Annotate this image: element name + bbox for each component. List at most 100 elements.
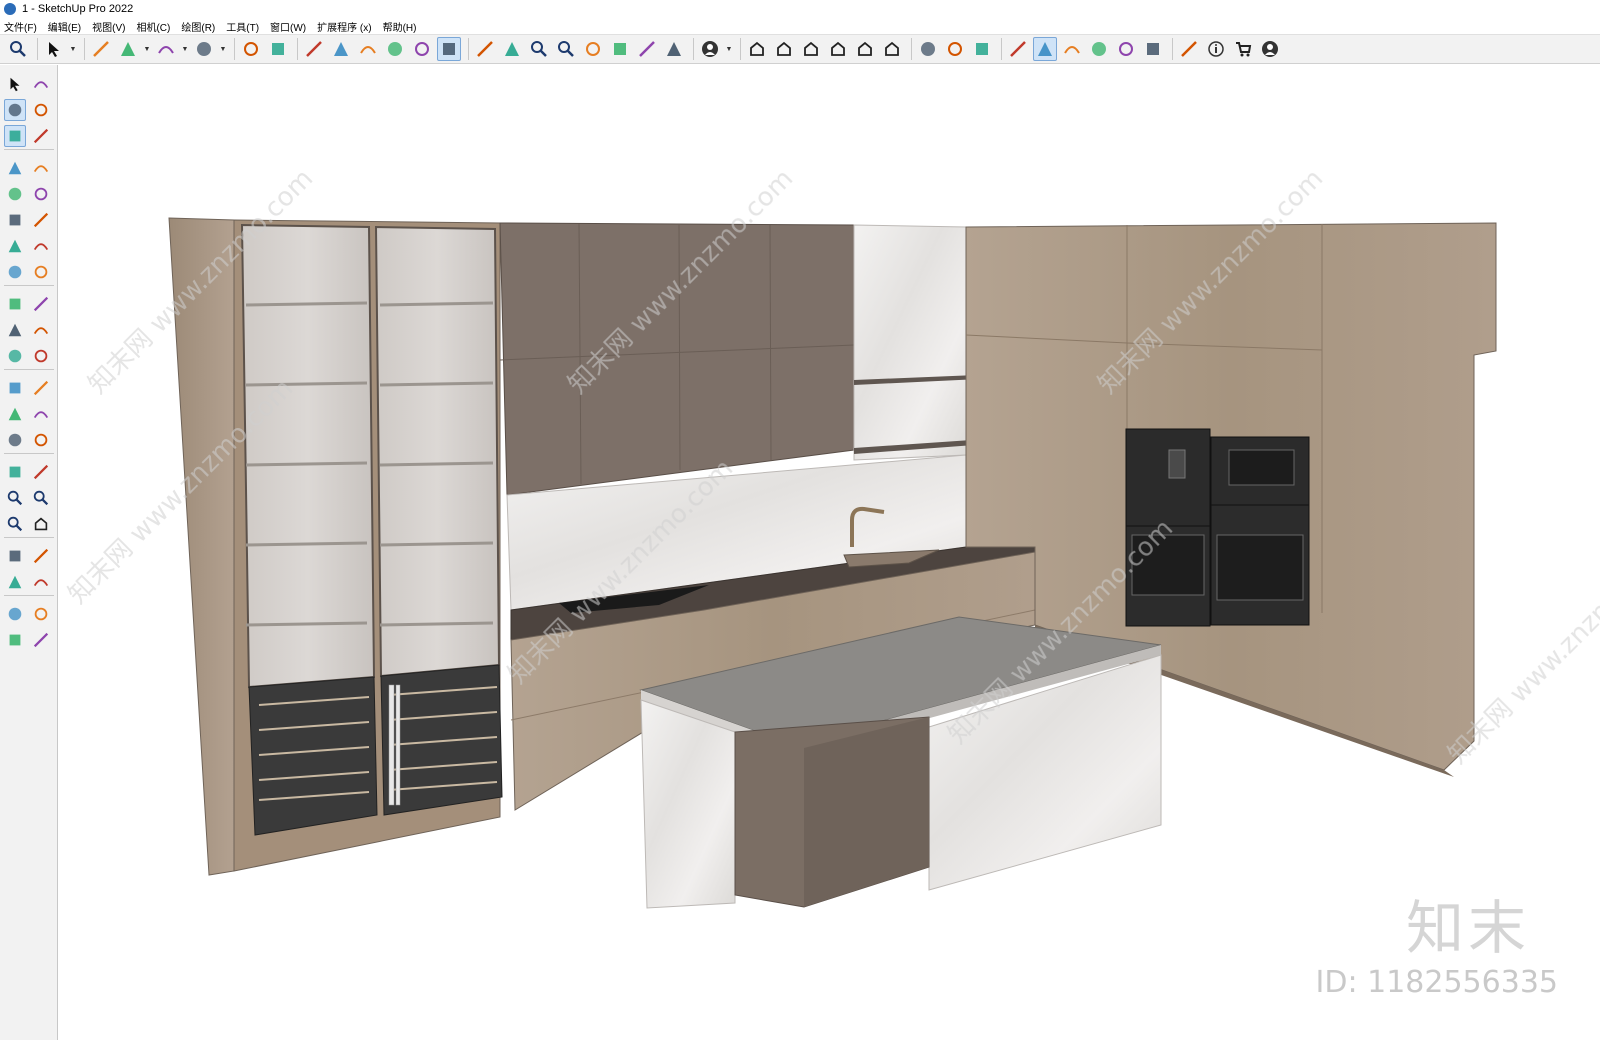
rotate-icon[interactable] bbox=[4, 319, 26, 341]
line-icon[interactable] bbox=[116, 37, 140, 61]
select-icon[interactable] bbox=[42, 37, 66, 61]
add-location-icon[interactable] bbox=[1006, 37, 1030, 61]
eraser-icon[interactable] bbox=[30, 99, 52, 121]
text-icon[interactable] bbox=[410, 37, 434, 61]
section-plane-icon[interactable] bbox=[916, 37, 940, 61]
circle-icon[interactable] bbox=[4, 209, 26, 231]
menu-item-1[interactable]: 编辑(E) bbox=[48, 19, 81, 34]
sandbox-icon[interactable] bbox=[30, 629, 52, 651]
orbit-icon[interactable] bbox=[473, 37, 497, 61]
cart-icon[interactable] bbox=[1231, 37, 1255, 61]
tape-measure-icon[interactable] bbox=[383, 37, 407, 61]
freehand-icon[interactable] bbox=[30, 157, 52, 179]
3pt-arc-icon[interactable] bbox=[4, 261, 26, 283]
arc-icon[interactable] bbox=[154, 37, 178, 61]
look-around-icon[interactable] bbox=[30, 545, 52, 567]
cloud-icon[interactable] bbox=[1114, 37, 1138, 61]
layers-icon[interactable] bbox=[635, 37, 659, 61]
menu-item-4[interactable]: 绘图(R) bbox=[181, 19, 215, 34]
zoom-icon[interactable] bbox=[4, 487, 26, 509]
menu-item-0[interactable]: 文件(F) bbox=[4, 19, 37, 34]
axes-icon[interactable] bbox=[4, 429, 26, 451]
text-icon[interactable] bbox=[30, 403, 52, 425]
info-icon[interactable] bbox=[1204, 37, 1228, 61]
rotate-icon[interactable] bbox=[329, 37, 353, 61]
section-plane-icon[interactable] bbox=[30, 571, 52, 593]
rotated-rectangle-icon[interactable] bbox=[30, 183, 52, 205]
styles-icon[interactable] bbox=[1087, 37, 1111, 61]
menu-item-6[interactable]: 窗口(W) bbox=[270, 19, 306, 34]
fog-icon[interactable] bbox=[1060, 37, 1084, 61]
tags-icon[interactable] bbox=[608, 37, 632, 61]
protractor-icon[interactable] bbox=[4, 403, 26, 425]
rectangle-icon[interactable] bbox=[4, 183, 26, 205]
toolbar-separator bbox=[1172, 38, 1173, 60]
tape-measure-icon[interactable] bbox=[4, 377, 26, 399]
dropdown-arrow-icon[interactable]: ▼ bbox=[143, 37, 151, 61]
front-view-icon[interactable] bbox=[772, 37, 796, 61]
previous-view-icon[interactable] bbox=[30, 513, 52, 535]
extension-icon[interactable] bbox=[30, 603, 52, 625]
move-icon[interactable] bbox=[302, 37, 326, 61]
arc-icon[interactable] bbox=[4, 235, 26, 257]
polygon-icon[interactable] bbox=[30, 209, 52, 231]
top-view-icon[interactable] bbox=[799, 37, 823, 61]
zoom-extents-icon[interactable] bbox=[554, 37, 578, 61]
orbit-2-icon[interactable] bbox=[4, 461, 26, 483]
dropdown-arrow-icon[interactable]: ▼ bbox=[181, 37, 189, 61]
paint-bucket-icon[interactable] bbox=[437, 37, 461, 61]
select-icon[interactable] bbox=[4, 73, 26, 95]
section-cut-icon[interactable] bbox=[970, 37, 994, 61]
dropdown-arrow-icon[interactable]: ▼ bbox=[69, 37, 77, 61]
menu-item-3[interactable]: 相机(C) bbox=[136, 19, 170, 34]
pan-icon[interactable] bbox=[500, 37, 524, 61]
push-pull-icon[interactable] bbox=[30, 293, 52, 315]
search-icon[interactable] bbox=[6, 37, 30, 61]
move-icon[interactable] bbox=[4, 293, 26, 315]
left-view-icon[interactable] bbox=[880, 37, 904, 61]
zoom-window-icon[interactable] bbox=[30, 487, 52, 509]
eraser-icon[interactable] bbox=[89, 37, 113, 61]
sandbox-icon[interactable] bbox=[662, 37, 686, 61]
follow-me-icon[interactable] bbox=[266, 37, 290, 61]
dropdown-arrow-icon[interactable]: ▼ bbox=[725, 37, 733, 61]
scale-icon[interactable] bbox=[4, 345, 26, 367]
dimension-icon[interactable] bbox=[30, 377, 52, 399]
orbit-icon[interactable] bbox=[30, 73, 52, 95]
component-icon[interactable] bbox=[4, 125, 26, 147]
iso-view-icon[interactable] bbox=[745, 37, 769, 61]
zoom-extents-icon[interactable] bbox=[4, 513, 26, 535]
2pt-arc-icon[interactable] bbox=[30, 261, 52, 283]
warehouse-icon[interactable] bbox=[581, 37, 605, 61]
menu-item-8[interactable]: 帮助(H) bbox=[383, 19, 417, 34]
pencil-icon[interactable] bbox=[4, 157, 26, 179]
zoom-icon[interactable] bbox=[527, 37, 551, 61]
back-view-icon[interactable] bbox=[853, 37, 877, 61]
outliner-icon[interactable] bbox=[1177, 37, 1201, 61]
position-camera-icon[interactable] bbox=[4, 545, 26, 567]
dropdown-arrow-icon[interactable]: ▼ bbox=[219, 37, 227, 61]
walk-icon[interactable] bbox=[4, 571, 26, 593]
account-icon[interactable] bbox=[1258, 37, 1282, 61]
menu-item-2[interactable]: 视图(V) bbox=[92, 19, 125, 34]
tape-icon[interactable] bbox=[30, 125, 52, 147]
pan-icon[interactable] bbox=[30, 461, 52, 483]
menu-item-5[interactable]: 工具(T) bbox=[226, 19, 259, 34]
menu-item-7[interactable]: 扩展程序 (x) bbox=[317, 19, 371, 34]
right-view-icon[interactable] bbox=[826, 37, 850, 61]
pie-icon[interactable] bbox=[30, 235, 52, 257]
push-pull-icon[interactable] bbox=[239, 37, 263, 61]
scale-icon[interactable] bbox=[356, 37, 380, 61]
user-icon[interactable] bbox=[698, 37, 722, 61]
3d-text-icon[interactable] bbox=[30, 429, 52, 451]
rectangle-icon[interactable] bbox=[192, 37, 216, 61]
display-section-icon[interactable] bbox=[943, 37, 967, 61]
settings-icon[interactable] bbox=[1141, 37, 1165, 61]
warehouse-icon[interactable] bbox=[4, 603, 26, 625]
shadows-icon[interactable] bbox=[1033, 37, 1057, 61]
follow-me-icon[interactable] bbox=[30, 319, 52, 341]
paint-bucket-icon[interactable] bbox=[4, 99, 26, 121]
layers-icon[interactable] bbox=[4, 629, 26, 651]
offset-icon[interactable] bbox=[30, 345, 52, 367]
drawing-viewport[interactable]: 知末网 www.znzmo.com 知末网 www.znzmo.com 知末网 ww… bbox=[59, 65, 1600, 1040]
